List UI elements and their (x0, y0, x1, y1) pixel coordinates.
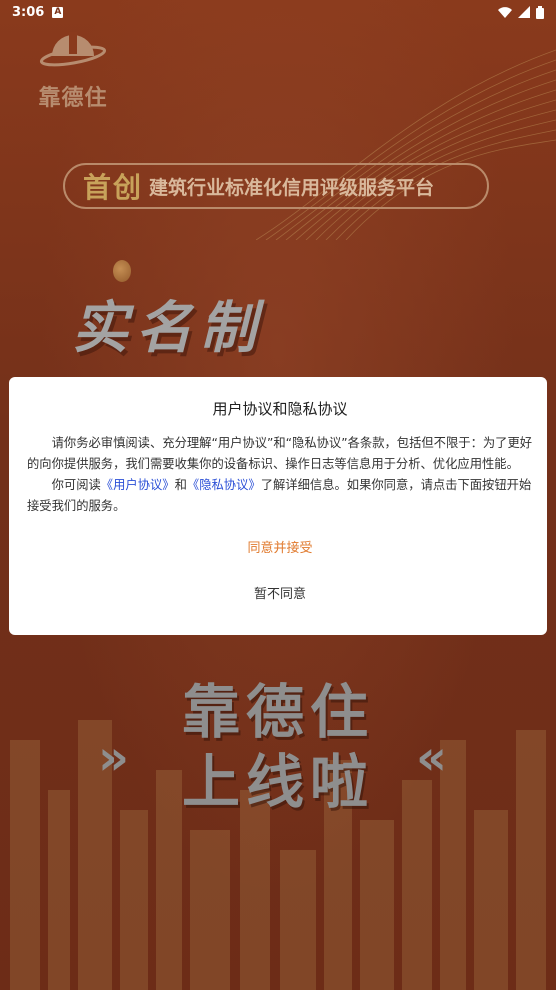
p2-and: 和 (174, 478, 187, 492)
dialog-paragraph-2: 你可阅读《用户协议》和《隐私协议》了解详细信息。如果你同意，请点击下面按钮开始接… (27, 475, 533, 517)
agree-button[interactable]: 同意并接受 (27, 537, 533, 556)
user-agreement-link[interactable]: 《用户协议》 (101, 478, 175, 492)
dialog-title: 用户协议和隐私协议 (212, 400, 348, 418)
privacy-dialog: 用户协议和隐私协议 请你务必审慎阅读、充分理解“用户协议”和“隐私协议”各条款，… (9, 377, 547, 635)
p2-prefix: 你可阅读 (51, 478, 101, 492)
privacy-agreement-link[interactable]: 《隐私协议》 (187, 478, 261, 492)
dialog-paragraph-1: 请你务必审慎阅读、充分理解“用户协议”和“隐私协议”各条款，包括但不限于：为了更… (27, 436, 533, 471)
disagree-button[interactable]: 暂不同意 (27, 583, 533, 602)
